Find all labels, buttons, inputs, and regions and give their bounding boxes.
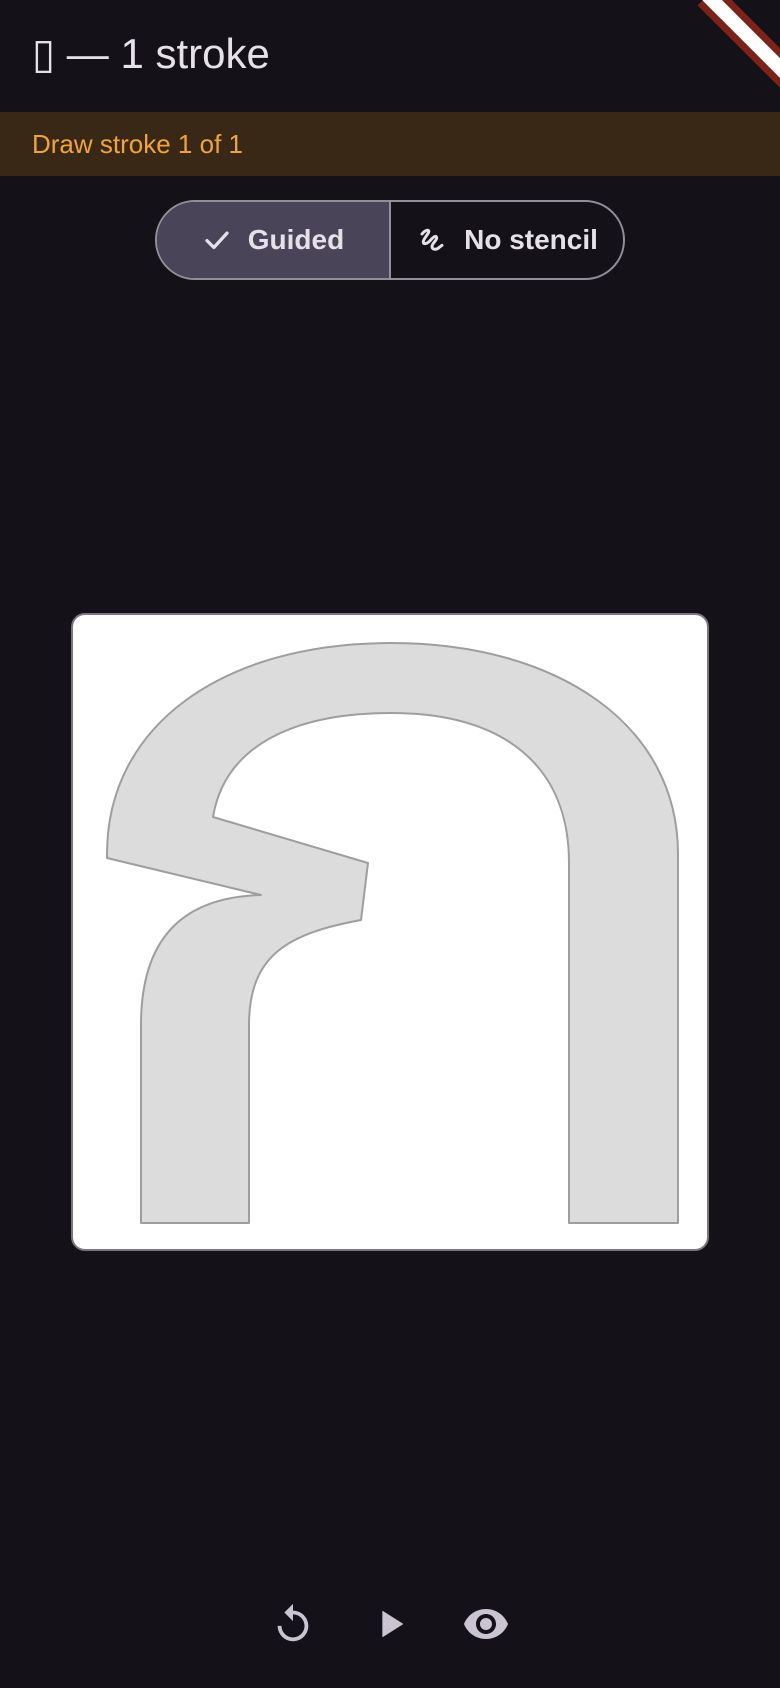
app-bar: ▯ — 1 stroke — [0, 0, 780, 112]
mode-segmented-control: Guided No stencil — [155, 200, 625, 280]
no-stencil-mode-label: No stencil — [464, 224, 598, 255]
app-root: ▯ — 1 stroke Draw stroke 1 of 1 Guided N… — [0, 0, 780, 1688]
character-outline — [106, 642, 679, 1224]
guided-mode-label: Guided — [247, 224, 345, 255]
guided-mode-button[interactable]: Guided — [157, 202, 391, 278]
status-text: Draw stroke 1 of 1 — [32, 129, 243, 159]
replay-icon — [270, 1601, 316, 1652]
character-stencil — [106, 642, 679, 1224]
playback-controls — [0, 1590, 780, 1662]
gesture-icon — [416, 224, 448, 256]
reset-button[interactable] — [265, 1598, 321, 1654]
eye-icon — [462, 1600, 510, 1653]
no-stencil-mode-button[interactable]: No stencil — [391, 202, 623, 278]
drawing-canvas[interactable] — [71, 613, 709, 1251]
check-icon — [202, 225, 232, 255]
play-button[interactable] — [362, 1598, 418, 1654]
play-icon — [367, 1601, 413, 1652]
show-stencil-button[interactable] — [458, 1598, 514, 1654]
status-banner: Draw stroke 1 of 1 — [0, 112, 780, 176]
page-title: ▯ — 1 stroke — [32, 30, 270, 77]
